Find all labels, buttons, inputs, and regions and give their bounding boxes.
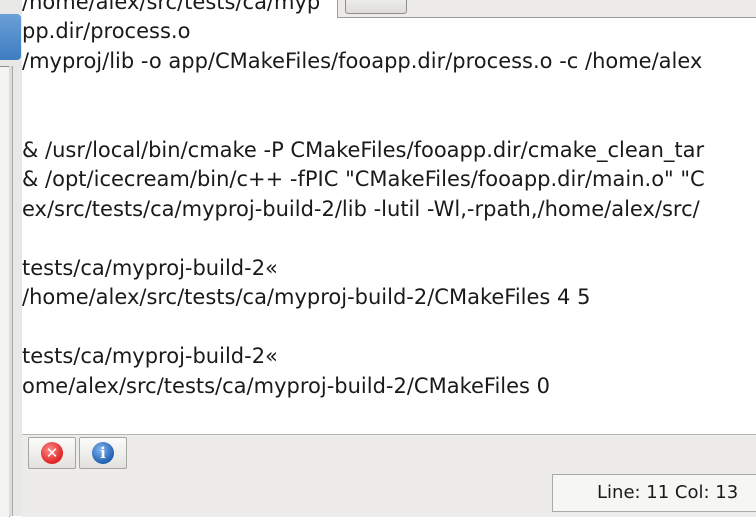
output-line: /home/alex/src/tests/ca/myp [22, 0, 321, 14]
output-line: /home/alex/src/tests/ca/myproj-build-2/C… [22, 285, 591, 309]
output-line: & /usr/local/bin/cmake -P CMakeFiles/foo… [22, 138, 705, 162]
errors-filter-button[interactable]: ✕ [28, 437, 76, 469]
output-line: & /opt/icecream/bin/c++ -fPIC "CMakeFile… [22, 167, 705, 191]
output-line: ome/alex/src/tests/ca/myproj-build-2/CMa… [22, 374, 551, 398]
dialog-button[interactable] [345, 0, 407, 14]
info-icon: i [92, 442, 114, 464]
output-line: /myproj/lib -o app/CMakeFiles/fooapp.dir… [22, 49, 703, 73]
output-line: tests/ca/myproj-build-2« [22, 256, 278, 280]
error-icon: ✕ [41, 442, 63, 464]
side-panel-border [9, 66, 13, 516]
output-line: pp.dir/process.o [22, 19, 191, 43]
info-filter-button[interactable]: i [79, 437, 127, 469]
output-line: tests/ca/myproj-build-2« [22, 344, 278, 368]
build-output-view[interactable]: /home/alex/src/tests/ca/myp pp.dir/proce… [22, 0, 756, 434]
cursor-position-status: Line: 11 Col: 13 [552, 474, 756, 512]
output-line: ex/src/tests/ca/myproj-build-2/lib -luti… [22, 197, 700, 221]
side-tab[interactable] [0, 14, 21, 60]
